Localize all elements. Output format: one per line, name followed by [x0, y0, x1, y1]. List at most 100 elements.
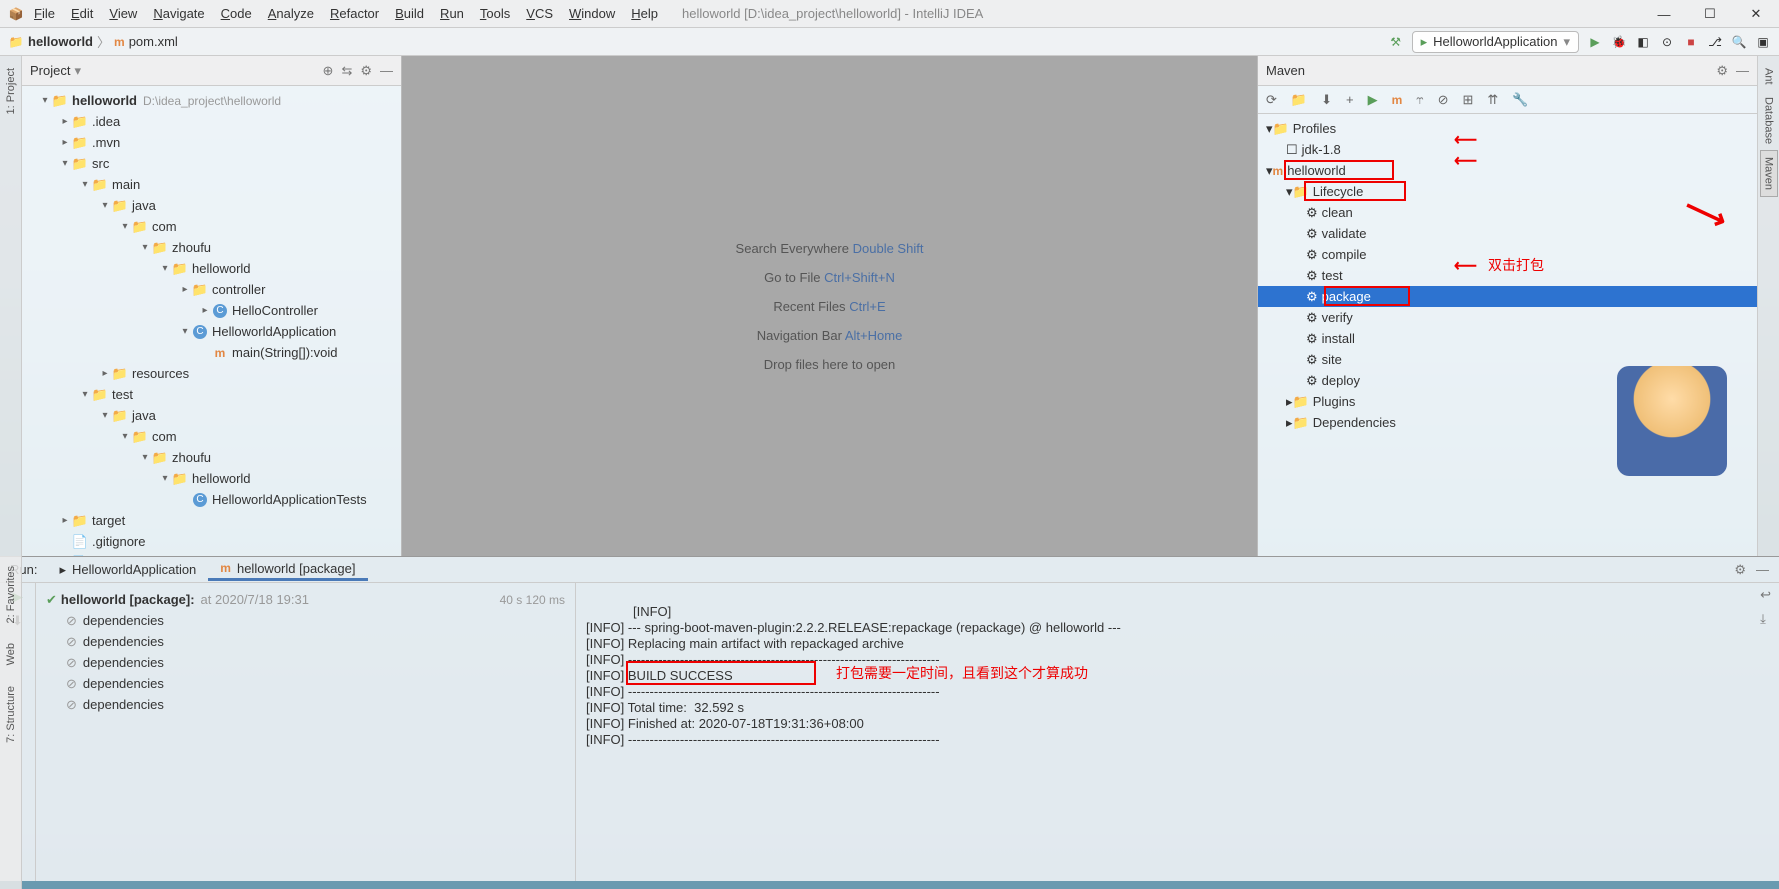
menu-code[interactable]: Code [213, 4, 260, 23]
add-icon[interactable]: + [1346, 92, 1354, 107]
maven-item-lifecycle[interactable]: ▾📁Lifecycle [1258, 181, 1757, 202]
project-tree[interactable]: ▾📁helloworldD:\idea_project\helloworld▸📁… [22, 86, 401, 556]
tree-item[interactable]: ▸📁resources [22, 363, 401, 384]
tree-item[interactable]: ▾📁zhoufu [22, 447, 401, 468]
tree-item[interactable]: 📄helloworld.iml [22, 552, 401, 556]
soft-wrap-icon[interactable]: ↩ [1760, 587, 1771, 603]
debug-button[interactable]: 🐞 [1611, 34, 1627, 50]
skip-tests-icon[interactable]: ⊘ [1438, 92, 1449, 108]
hide-icon[interactable]: ― [380, 63, 393, 79]
tree-item[interactable]: ▸📁controller [22, 279, 401, 300]
menu-edit[interactable]: Edit [63, 4, 101, 23]
maven-item-profiles[interactable]: ▾📁Profiles [1258, 118, 1757, 139]
database-tool-tab[interactable]: Database [1761, 91, 1777, 150]
tree-item[interactable]: ▾📁main [22, 174, 401, 195]
close-button[interactable]: ✕ [1733, 0, 1779, 28]
tree-item[interactable]: ▾📁java [22, 195, 401, 216]
menu-file[interactable]: File [26, 4, 63, 23]
git-button[interactable]: ⎇ [1707, 34, 1723, 50]
maven-item-package[interactable]: ⚙package [1258, 286, 1757, 307]
menu-run[interactable]: Run [432, 4, 472, 23]
build-icon[interactable]: ⚒ [1388, 34, 1404, 50]
search-button[interactable]: 🔍 [1731, 34, 1747, 50]
maven-m-icon[interactable]: m [1392, 93, 1403, 107]
console-output[interactable]: [INFO] [INFO] --- spring-boot-maven-plug… [576, 583, 1779, 881]
run-maven-icon[interactable]: ▶ [1368, 92, 1378, 108]
tree-item[interactable]: ▾📁src [22, 153, 401, 174]
run-tree[interactable]: ✔ helloworld [package]: at 2020/7/18 19:… [36, 583, 576, 881]
run-config-selector[interactable]: ▸ HelloworldApplication ▾ [1412, 31, 1579, 53]
toggle-offline-icon[interactable]: ⥾ [1416, 92, 1423, 108]
menu-tools[interactable]: Tools [472, 4, 518, 23]
scroll-end-icon[interactable]: ⤓ [1760, 611, 1771, 627]
maven-hide-icon[interactable]: ― [1736, 63, 1749, 79]
menu-view[interactable]: View [101, 4, 145, 23]
tree-item[interactable]: ▾📁helloworld [22, 258, 401, 279]
menu-window[interactable]: Window [561, 4, 623, 23]
run-tab-app[interactable]: ▸HelloworldApplication [47, 560, 208, 580]
minimize-button[interactable]: ― [1641, 0, 1687, 28]
web-tool-tab[interactable]: Web [3, 633, 19, 675]
menu-analyze[interactable]: Analyze [260, 4, 322, 23]
ant-tool-tab[interactable]: Ant [1761, 62, 1777, 91]
breadcrumb-project[interactable]: helloworld [28, 34, 93, 49]
collapse-all-icon[interactable]: ⇈ [1487, 92, 1498, 108]
tree-item[interactable]: ▾📁com [22, 216, 401, 237]
menu-help[interactable]: Help [623, 4, 666, 23]
tree-item[interactable]: mmain(String[]):void [22, 342, 401, 363]
run-dep[interactable]: ⊘dependencies [46, 694, 565, 715]
maven-item-verify[interactable]: ⚙verify [1258, 307, 1757, 328]
stop-button[interactable]: ■ [1683, 34, 1699, 50]
collapse-icon[interactable]: ⇆ [341, 63, 352, 79]
show-deps-icon[interactable]: ⊞ [1463, 92, 1474, 108]
settings-button[interactable]: ▣ [1755, 34, 1771, 50]
maximize-button[interactable]: ☐ [1687, 0, 1733, 28]
download-icon[interactable]: ⬇ [1321, 92, 1332, 108]
settings-icon[interactable]: ⚙ [360, 63, 372, 79]
run-dep[interactable]: ⊘dependencies [46, 652, 565, 673]
maven-tree[interactable]: ▾📁Profiles☐jdk-1.8▾mhelloworld▾📁Lifecycl… [1258, 114, 1757, 556]
maven-item-install[interactable]: ⚙install [1258, 328, 1757, 349]
coverage-button[interactable]: ◧ [1635, 34, 1651, 50]
tree-item[interactable]: ▾📁com [22, 426, 401, 447]
tree-item[interactable]: ▾📁helloworld [22, 468, 401, 489]
tree-item[interactable]: ▸📁.idea [22, 111, 401, 132]
tree-item[interactable]: ▾📁java [22, 405, 401, 426]
maven-pane-title: Maven [1266, 63, 1305, 78]
run-dep[interactable]: ⊘dependencies [46, 631, 565, 652]
tree-item[interactable]: ▾📁zhoufu [22, 237, 401, 258]
maven-item-jdk-1.8[interactable]: ☐jdk-1.8 [1258, 139, 1757, 160]
maven-settings2-icon[interactable]: 🔧 [1512, 92, 1528, 108]
project-tool-tab[interactable]: 1: Project [3, 62, 19, 120]
tree-item[interactable]: ▸📁target [22, 510, 401, 531]
run-settings-icon[interactable]: ⚙ [1734, 562, 1746, 578]
generate-sources-icon[interactable]: 📁 [1291, 92, 1307, 108]
run-dep[interactable]: ⊘dependencies [46, 610, 565, 631]
run-dep[interactable]: ⊘dependencies [46, 673, 565, 694]
tree-item[interactable]: ▾📁test [22, 384, 401, 405]
menu-vcs[interactable]: VCS [518, 4, 561, 23]
reimport-icon[interactable]: ⟳ [1266, 92, 1277, 108]
run-tab-package[interactable]: mhelloworld [package] [208, 559, 367, 581]
tree-item[interactable]: 📄.gitignore [22, 531, 401, 552]
menu-build[interactable]: Build [387, 4, 432, 23]
maven-tool-tab[interactable]: Maven [1760, 150, 1778, 197]
tree-item[interactable]: ▾CHelloworldApplication [22, 321, 401, 342]
maven-item-validate[interactable]: ⚙validate [1258, 223, 1757, 244]
tree-item[interactable]: CHelloworldApplicationTests [22, 489, 401, 510]
maven-settings-icon[interactable]: ⚙ [1716, 63, 1728, 79]
breadcrumb-file[interactable]: pom.xml [129, 34, 178, 49]
menu-refactor[interactable]: Refactor [322, 4, 387, 23]
tree-item[interactable]: ▸📁.mvn [22, 132, 401, 153]
tree-item[interactable]: ▾📁helloworldD:\idea_project\helloworld [22, 90, 401, 111]
run-button[interactable]: ▶ [1587, 34, 1603, 50]
locate-icon[interactable]: ⊕ [323, 63, 334, 79]
maven-item-helloworld[interactable]: ▾mhelloworld [1258, 160, 1757, 181]
project-pane-title[interactable]: Project [30, 63, 70, 78]
menu-navigate[interactable]: Navigate [145, 4, 212, 23]
tree-item[interactable]: ▸CHelloController [22, 300, 401, 321]
structure-tool-tab[interactable]: 7: Structure [3, 676, 19, 753]
run-hide-icon[interactable]: ― [1756, 562, 1769, 578]
favorites-tool-tab[interactable]: 2: Favorites [3, 556, 19, 633]
profile-button[interactable]: ⊙ [1659, 34, 1675, 50]
